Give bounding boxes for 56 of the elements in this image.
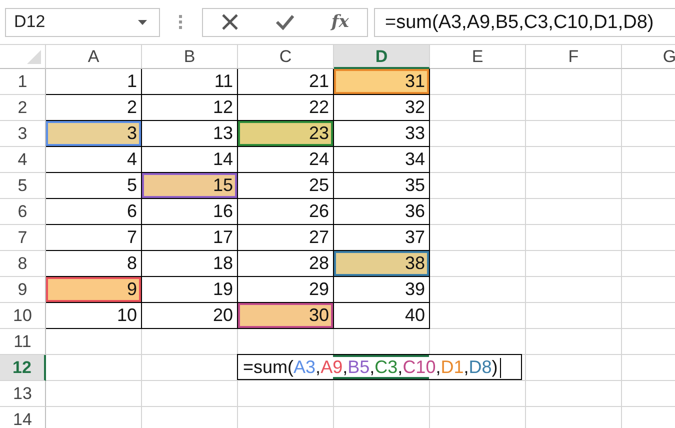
row-header[interactable]: 13 xyxy=(0,381,46,407)
table-cell: 11 xyxy=(142,69,238,95)
referenced-cell: 3 xyxy=(46,121,142,147)
row-header[interactable]: 8 xyxy=(0,251,46,277)
caret-icon xyxy=(138,20,147,24)
insert-function-button[interactable]: fx xyxy=(331,12,349,32)
row-header[interactable]: 1 xyxy=(0,69,46,95)
row-header[interactable]: 5 xyxy=(0,173,46,199)
table-cell: 26 xyxy=(238,199,334,225)
row-header[interactable]: 7 xyxy=(0,225,46,251)
table-cell: 35 xyxy=(334,173,430,199)
row-header[interactable]: 9 xyxy=(0,277,46,303)
column-header[interactable]: D xyxy=(334,45,430,69)
row-header[interactable]: 10 xyxy=(0,303,46,329)
cell-editor[interactable]: =sum(A3,A9,B5,C3,C10,D1,D8) xyxy=(237,354,522,380)
table-cell: 6 xyxy=(46,199,142,225)
referenced-cell: 23 xyxy=(238,121,334,147)
table-cell: 25 xyxy=(238,173,334,199)
table-cell: 4 xyxy=(46,147,142,173)
table-cell: 27 xyxy=(238,225,334,251)
row-header[interactable]: 2 xyxy=(0,95,46,121)
table-cell: 7 xyxy=(46,225,142,251)
row-header[interactable]: 11 xyxy=(0,329,46,355)
cancel-icon[interactable] xyxy=(221,13,240,31)
table-cell: 16 xyxy=(142,199,238,225)
table-cell: 17 xyxy=(142,225,238,251)
row-header[interactable]: 3 xyxy=(0,121,46,147)
table-cell: 19 xyxy=(142,277,238,303)
referenced-cell: 9 xyxy=(46,277,142,303)
table-cell: 39 xyxy=(334,277,430,303)
referenced-cell: 31 xyxy=(334,69,430,95)
column-header[interactable]: B xyxy=(142,45,238,69)
checkmark-icon[interactable] xyxy=(275,14,296,30)
column-header[interactable]: E xyxy=(430,45,526,69)
referenced-cell: 30 xyxy=(238,303,334,329)
grip-icon xyxy=(179,15,182,29)
table-cell: 12 xyxy=(142,95,238,121)
column-header[interactable]: F xyxy=(526,45,622,69)
column-header[interactable]: C xyxy=(238,45,334,69)
table-cell: 36 xyxy=(334,199,430,225)
row-header[interactable]: 6 xyxy=(0,199,46,225)
table-cell: 1 xyxy=(46,69,142,95)
row-header[interactable]: 12 xyxy=(0,355,46,381)
table-cell: 33 xyxy=(334,121,430,147)
table-cell: 34 xyxy=(334,147,430,173)
table-cell: 24 xyxy=(238,147,334,173)
column-header[interactable]: A xyxy=(46,45,142,69)
referenced-cell: 15 xyxy=(142,173,238,199)
table-cell: 32 xyxy=(334,95,430,121)
table-cell: 10 xyxy=(46,303,142,329)
name-box[interactable]: D12 xyxy=(5,8,160,36)
row-header[interactable]: 4 xyxy=(0,147,46,173)
table-cell: 18 xyxy=(142,251,238,277)
table-cell: 40 xyxy=(334,303,430,329)
formula-bar[interactable]: =sum(A3,A9,B5,C3,C10,D1,D8) xyxy=(374,8,675,36)
referenced-cell: 38 xyxy=(334,251,430,277)
